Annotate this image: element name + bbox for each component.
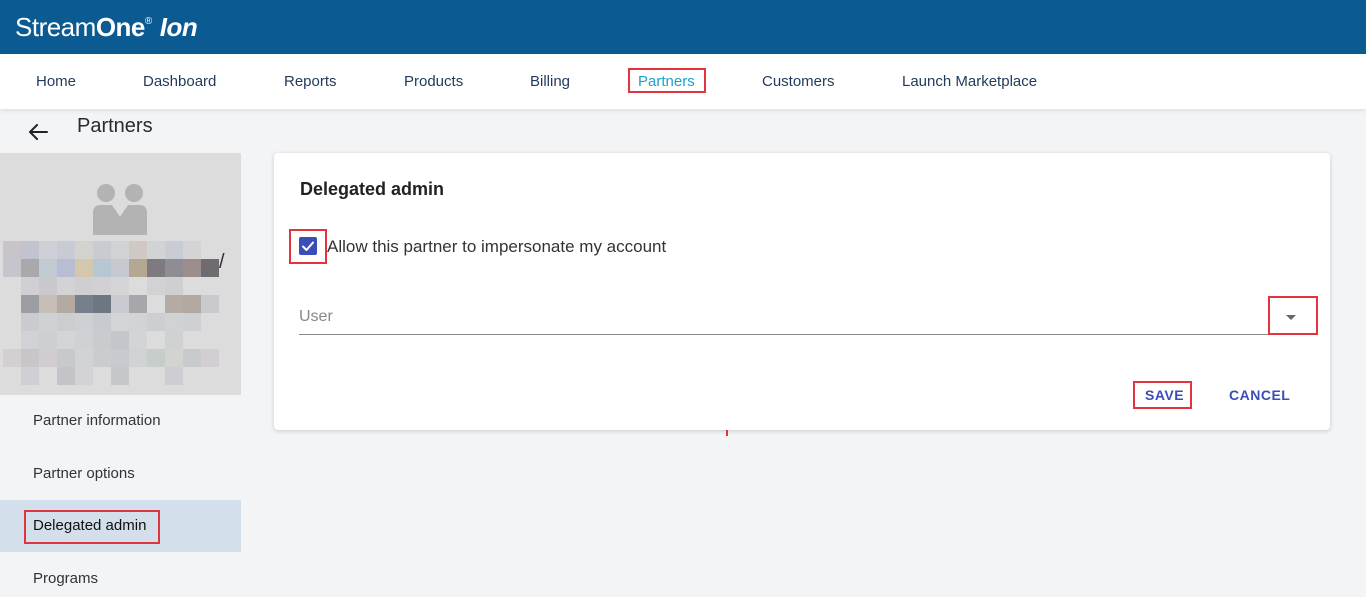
checkmark-icon <box>302 241 314 251</box>
top-header-bar: StreamOne® Ion <box>0 0 1366 54</box>
sidebar-item-programs[interactable]: Programs <box>0 553 241 597</box>
brand-registered-mark: ® <box>144 16 152 27</box>
cancel-button[interactable]: CANCEL <box>1229 387 1290 403</box>
partner-group-icon <box>93 184 147 235</box>
annotation-tick-mark <box>726 430 728 436</box>
impersonate-checkbox[interactable] <box>299 237 317 255</box>
nav-products[interactable]: Products <box>404 73 463 90</box>
nav-partners[interactable]: Partners <box>638 73 695 90</box>
partner-profile-panel: / <box>0 153 241 395</box>
brand-logo[interactable]: StreamOne® Ion <box>15 12 198 43</box>
page-title: Partners <box>77 115 153 137</box>
sidebar-item-delegated-admin[interactable]: Delegated admin <box>0 500 241 552</box>
main-nav: Home Dashboard Reports Products Billing … <box>0 54 1366 109</box>
brand-text-ion: Ion <box>159 12 198 42</box>
brand-text-one: One <box>95 12 146 42</box>
redacted-name-fragment: / <box>219 251 225 273</box>
card-title: Delegated admin <box>300 179 445 199</box>
nav-customers[interactable]: Customers <box>762 73 835 90</box>
user-select-placeholder: User <box>299 308 333 325</box>
nav-reports[interactable]: Reports <box>284 73 337 90</box>
nav-billing[interactable]: Billing <box>530 73 570 90</box>
nav-launch-marketplace[interactable]: Launch Marketplace <box>902 73 1037 90</box>
user-select[interactable]: User <box>299 301 1314 335</box>
delegated-admin-card: Delegated admin Allow this partner to im… <box>274 153 1330 430</box>
back-arrow-icon[interactable] <box>27 122 49 142</box>
nav-dashboard[interactable]: Dashboard <box>143 73 216 90</box>
sidebar-item-partner-options[interactable]: Partner options <box>0 448 241 500</box>
brand-text-stream: Stream <box>15 12 96 42</box>
save-button[interactable]: SAVE <box>1145 387 1184 403</box>
nav-home[interactable]: Home <box>36 73 76 90</box>
impersonate-checkbox-label[interactable]: Allow this partner to impersonate my acc… <box>327 237 666 257</box>
dropdown-caret-icon[interactable] <box>1286 315 1296 320</box>
sidebar-item-partner-information[interactable]: Partner information <box>0 395 241 447</box>
